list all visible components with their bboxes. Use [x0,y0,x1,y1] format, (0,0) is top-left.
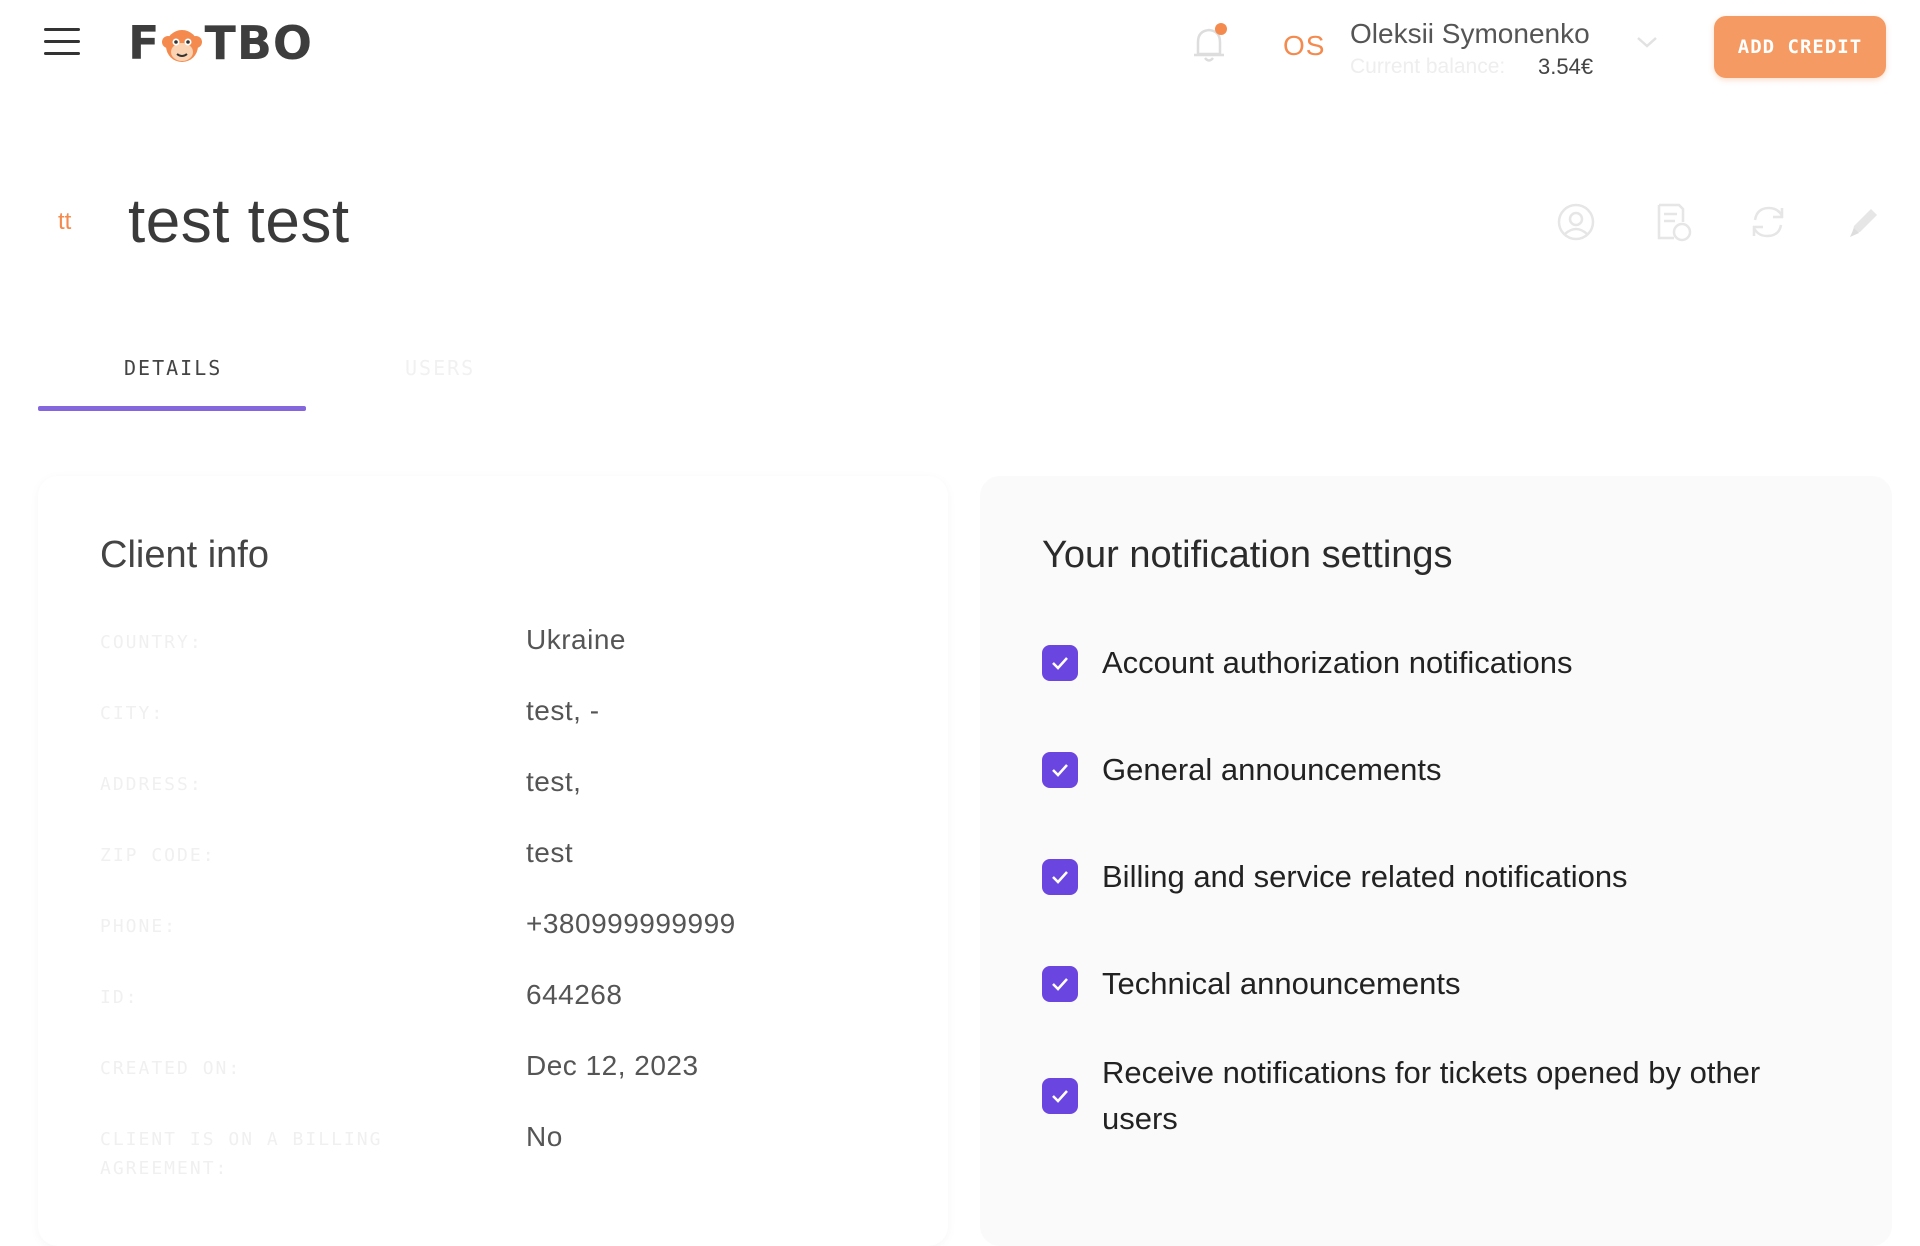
brand-logo[interactable]: F TBO [128,14,313,72]
checkbox-checked-icon[interactable] [1042,859,1078,895]
refresh-icon[interactable] [1746,200,1790,244]
logo-text-prefix: F [128,16,161,70]
checkbox-checked-icon[interactable] [1042,645,1078,681]
info-value: test, - [526,695,600,726]
checkbox-checked-icon[interactable] [1042,1078,1078,1114]
logo-text-suffix: TBO [204,16,313,70]
checkbox-checked-icon[interactable] [1042,966,1078,1002]
info-value: test [526,837,574,868]
tab-users[interactable]: USERS [405,356,475,386]
notification-option-label: Billing and service related notification… [1102,859,1628,894]
client-info-title: Client info [100,534,269,576]
user-name[interactable]: Oleksii Symonenko [1350,18,1590,50]
info-value: No [526,1121,563,1152]
notification-option[interactable]: Technical announcements [1042,961,1862,1007]
client-avatar: tt [58,208,72,235]
notification-option[interactable]: Receive notifications for tickets opened… [1042,1050,1862,1142]
notification-settings-title: Your notification settings [1042,534,1453,576]
pencil-icon[interactable] [1842,200,1886,244]
notification-option[interactable]: Account authorization notifications [1042,640,1862,686]
monkey-logo-icon [162,23,203,63]
balance-value: 3.54€ [1538,54,1594,79]
info-value: +380999999999 [526,908,736,939]
info-value: Dec 12, 2023 [526,1050,699,1081]
tab-details[interactable]: DETAILS [124,356,222,386]
page-title: test test [128,187,350,256]
checkbox-checked-icon[interactable] [1042,752,1078,788]
notification-option-label: Account authorization notifications [1102,645,1573,680]
notification-option[interactable]: General announcements [1042,747,1862,793]
balance-label: Current balance: [1350,55,1506,78]
menu-icon[interactable] [44,28,80,58]
info-label: ADDRESS: [100,774,203,795]
add-credit-button[interactable]: ADD CREDIT [1714,16,1886,78]
notification-option-label: Technical announcements [1102,966,1461,1001]
active-tab-indicator [38,406,306,411]
info-label: ID: [100,987,139,1008]
info-label: PHONE: [100,916,178,937]
user-initials[interactable]: OS [1283,30,1325,62]
invoice-icon[interactable] [1650,200,1694,244]
info-label: CLIENT IS ON A BILLING AGREEMENT: [100,1129,383,1179]
info-value: test, [526,766,582,797]
notification-option[interactable]: Billing and service related notification… [1042,854,1862,900]
notification-option-label: General announcements [1102,752,1442,787]
info-label: CREATED ON: [100,1058,242,1079]
user-circle-icon[interactable] [1554,200,1598,244]
notifications-bell-icon[interactable] [1190,22,1230,66]
info-value: 644268 [526,979,623,1010]
info-label: ZIP CODE: [100,845,216,866]
chevron-down-icon[interactable] [1635,34,1659,50]
info-label: COUNTRY: [100,632,203,653]
info-value: Ukraine [526,624,626,655]
info-label: CITY: [100,703,165,724]
notification-option-label: Receive notifications for tickets opened… [1102,1055,1761,1136]
